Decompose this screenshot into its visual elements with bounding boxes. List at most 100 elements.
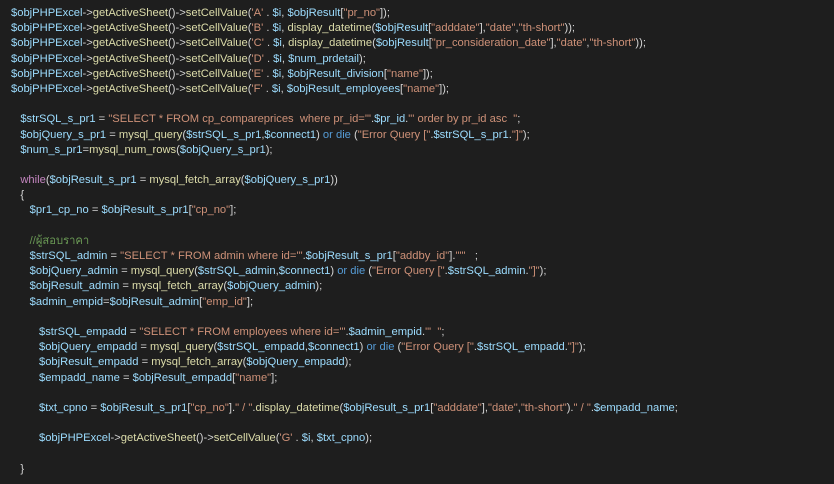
- code-token: "pr_no": [343, 7, 381, 19]
- code-token: ->: [110, 432, 121, 445]
- code-token: "date": [556, 37, 587, 50]
- code-token: $objResult_s_pr1: [343, 401, 431, 414]
- code-line[interactable]: {: [11, 188, 678, 203]
- code-line[interactable]: $objQuery_empadd = mysql_query($strSQL_e…: [11, 340, 678, 355]
- code-line[interactable]: $objPHPExcel->getActiveSheet()->setCellV…: [11, 36, 678, 51]
- code-token: =: [126, 325, 140, 338]
- code-token: "SELECT * FROM cp_compareprices where pr…: [108, 113, 371, 126]
- code-token: .: [263, 22, 273, 35]
- code-token: $pr1_cp_no: [29, 204, 89, 217]
- code-line[interactable]: $objPHPExcel->getActiveSheet()->setCellV…: [11, 67, 678, 82]
- code-token: $strSQL_s_pr1: [433, 128, 509, 141]
- code-token: $i: [271, 82, 281, 95]
- code-content[interactable]: $objPHPExcel->getActiveSheet()->setCellV…: [11, 6, 678, 477]
- code-token: "th-short": [520, 401, 567, 414]
- code-line[interactable]: $strSQL_admin = "SELECT * FROM admin whe…: [11, 249, 678, 264]
- code-token: $i: [272, 67, 282, 80]
- code-token: "date": [487, 401, 518, 414]
- code-token: =: [107, 250, 121, 262]
- code-line[interactable]: $objQuery_s_pr1 = mysql_query ($strSQL_s_…: [11, 128, 678, 143]
- code-token: );: [365, 432, 373, 445]
- code-token: display_datetime: [255, 401, 340, 414]
- code-line[interactable]: [11, 158, 678, 173]
- code-line[interactable]: $txt_cpno = $objResult_s_pr1["cp_no"]." …: [11, 401, 678, 416]
- code-line[interactable]: [11, 97, 678, 112]
- code-token: =: [87, 401, 101, 414]
- code-line[interactable]: $objPHPExcel->getActiveSheet()->setCellV…: [11, 52, 678, 67]
- code-token: =: [136, 174, 150, 187]
- code-line[interactable]: [11, 219, 678, 234]
- code-token: mysql_query: [130, 265, 195, 278]
- code-token: setCellValue: [185, 37, 248, 50]
- code-token: ));: [635, 37, 646, 50]
- code-line[interactable]: [11, 416, 678, 431]
- code-token: $strSQL_admin: [197, 265, 276, 278]
- code-line[interactable]: //ผู้สอบราคา: [11, 234, 678, 249]
- code-token: "Error Query [": [357, 128, 431, 141]
- code-token: $connect1: [264, 128, 317, 141]
- code-token: $connect1: [278, 265, 331, 278]
- code-line[interactable]: $objResult_admin = mysql_fetch_array($ob…: [11, 279, 678, 294]
- code-token: getActiveSheet: [120, 432, 197, 445]
- code-token: $num_s_pr1: [20, 143, 83, 156]
- code-token: =: [137, 341, 151, 354]
- code-line[interactable]: $objQuery_admin = mysql_query($strSQL_ad…: [11, 264, 678, 279]
- code-token: $i: [272, 22, 282, 35]
- code-token: $objPHPExcel: [11, 37, 83, 50]
- code-token: ->: [82, 37, 93, 50]
- code-token: );: [315, 280, 323, 293]
- code-token: mysql_fetch_array: [151, 356, 243, 369]
- code-line[interactable]: $strSQL_empadd = "SELECT * FROM employee…: [11, 325, 678, 340]
- code-token: setCellValue: [213, 432, 276, 445]
- code-token: ]);: [422, 67, 433, 80]
- code-line[interactable]: $pr1_cp_no = $objResult_s_pr1["cp_no"];: [11, 203, 678, 218]
- code-token: $i: [272, 7, 282, 19]
- code-token: mysql_fetch_array: [131, 280, 224, 293]
- code-line[interactable]: }: [11, 462, 678, 477]
- code-token: (): [168, 82, 176, 95]
- code-line[interactable]: $num_s_pr1=mysql_num_rows($objQuery_s_pr…: [11, 143, 678, 158]
- code-line[interactable]: $objPHPExcel->getActiveSheet()->setCellV…: [11, 82, 678, 97]
- code-line[interactable]: $empadd_name = $objResult_empadd["name"]…: [11, 371, 678, 386]
- code-line[interactable]: [11, 386, 678, 401]
- code-line[interactable]: $objResult_empadd = mysql_fetch_array($o…: [11, 355, 678, 370]
- code-line[interactable]: $admin_empid=$objResult_admin["emp_id"];: [11, 295, 678, 310]
- code-token: $empadd_name: [38, 371, 120, 384]
- code-token: ->: [82, 67, 93, 80]
- code-token: $strSQL_empadd: [38, 325, 127, 338]
- code-token: $connect1: [307, 341, 360, 354]
- code-token: (: [350, 128, 358, 141]
- code-token: $objResult_admin: [29, 280, 120, 293]
- code-token: $objQuery_empadd: [246, 356, 345, 369]
- code-token: "'": [455, 250, 466, 262]
- code-line[interactable]: $objPHPExcel->getActiveSheet()->setCellV…: [11, 6, 678, 21]
- code-token: ;: [517, 113, 521, 126]
- code-line[interactable]: $strSQL_s_pr1 = "SELECT * FROM cp_compar…: [11, 112, 678, 127]
- code-token: "cp_no": [191, 204, 231, 217]
- code-token: $objResult_s_pr1: [100, 401, 188, 414]
- code-token: "Error Query [": [372, 265, 445, 278]
- code-token: (): [168, 7, 176, 19]
- code-token: $objResult_empadd: [132, 371, 233, 384]
- code-line[interactable]: while($objResult_s_pr1 = mysql_fetch_arr…: [11, 173, 678, 188]
- code-line[interactable]: $objPHPExcel->getActiveSheet()->setCellV…: [11, 431, 678, 446]
- code-token: "th-short": [589, 37, 636, 50]
- code-token: ->: [175, 7, 186, 19]
- code-line[interactable]: [11, 310, 678, 325]
- code-token: $txt_cpno: [38, 401, 88, 414]
- code-token: "adddate": [433, 401, 482, 414]
- code-token: $admin_empid: [29, 295, 104, 308]
- code-line[interactable]: $objPHPExcel->getActiveSheet()->setCellV…: [11, 21, 678, 36]
- code-token: =: [117, 265, 131, 278]
- code-token: {: [20, 189, 25, 202]
- code-token: =: [119, 280, 132, 293]
- code-line[interactable]: [11, 446, 678, 461]
- code-editor[interactable]: $objPHPExcel->getActiveSheet()->setCellV…: [0, 0, 834, 484]
